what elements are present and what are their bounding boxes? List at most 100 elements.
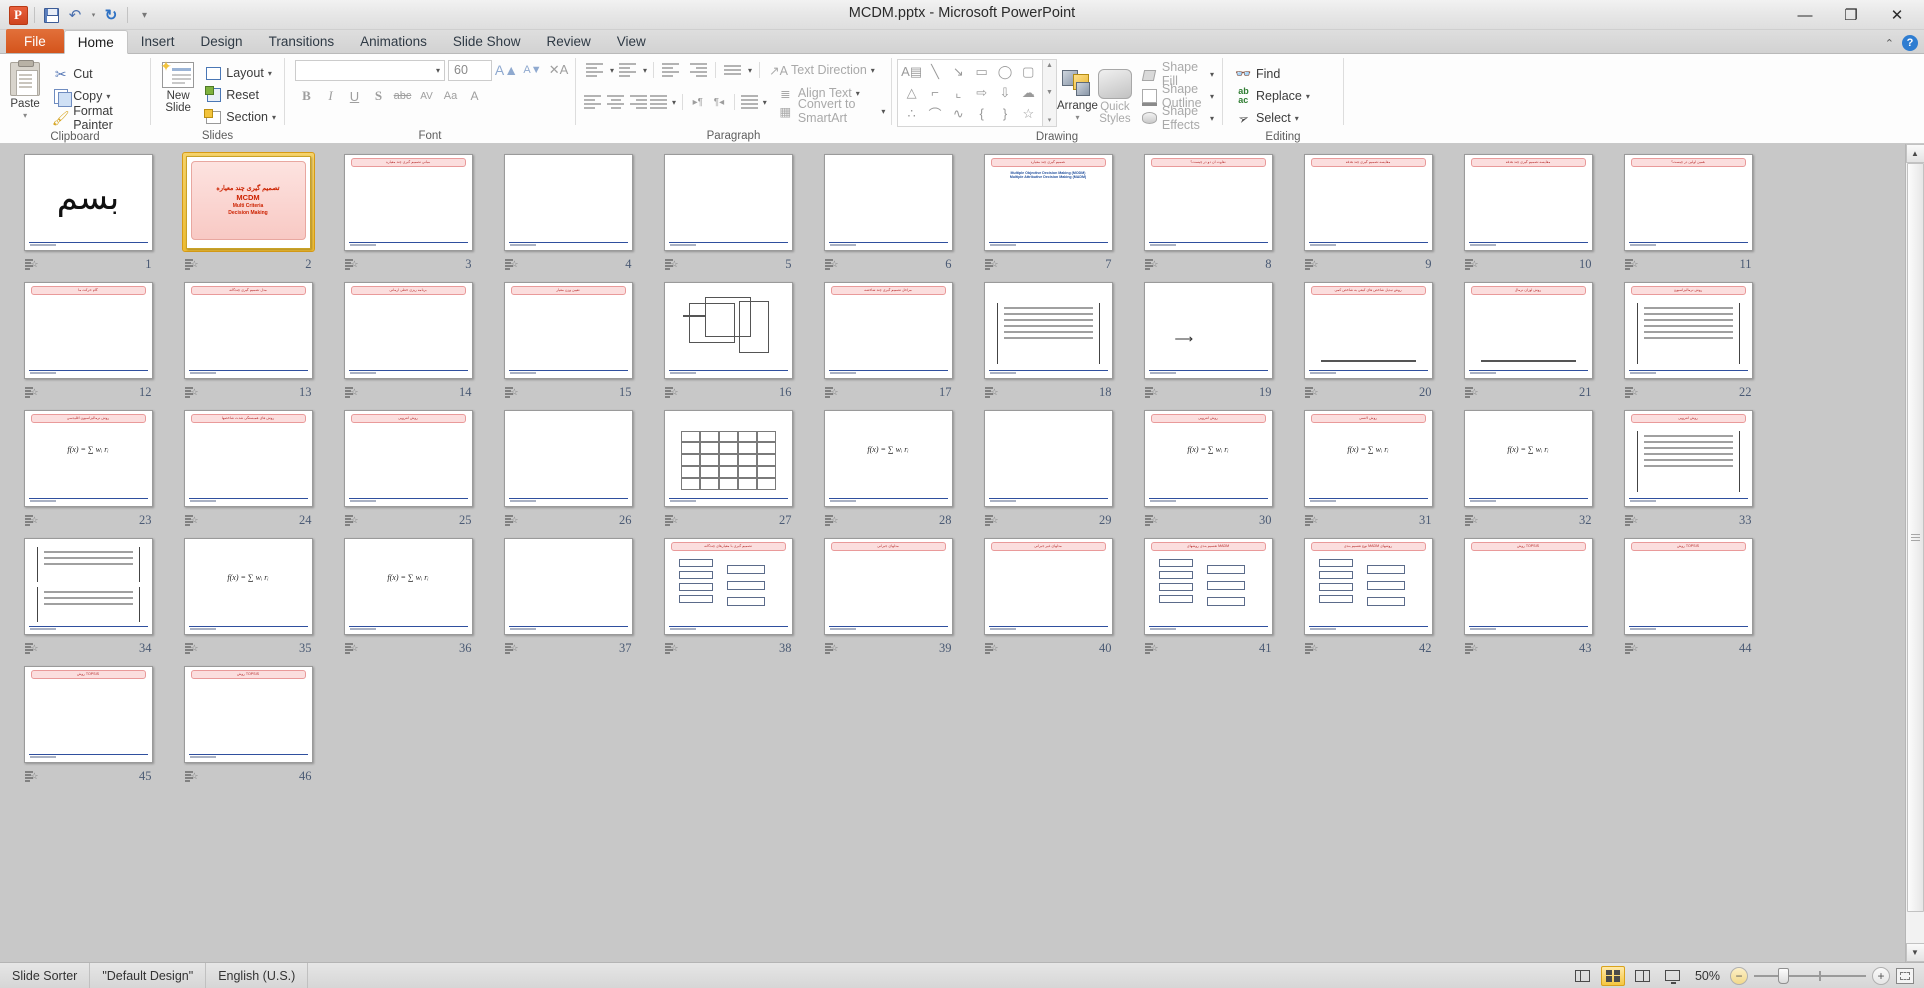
tab-transitions[interactable]: Transitions bbox=[256, 29, 348, 53]
shapes-gallery-scrollbar[interactable]: ▲ ▼ ▾ bbox=[1043, 59, 1057, 127]
shape-item-4[interactable]: ◯ bbox=[993, 62, 1016, 83]
animation-icon[interactable]: ☆ bbox=[824, 642, 839, 654]
slide-thumbnail-frame[interactable]: مدلهای غیر جبرانی bbox=[982, 536, 1115, 636]
slide-thumbnail-frame[interactable]: تصمیم گیری چند معیاره MCDM Multi Criteria D… bbox=[181, 152, 315, 252]
slide-thumbnail-frame[interactable]: روش آنتروپی bbox=[1622, 408, 1755, 508]
slide-thumbnail-frame[interactable] bbox=[662, 280, 795, 380]
slide-thumbnail-cell[interactable]: گام حرکت ما ☆ 12 bbox=[8, 280, 168, 408]
slide-thumbnail-cell[interactable]: ☆ 34 bbox=[8, 536, 168, 664]
view-button-slide-sorter[interactable] bbox=[1600, 965, 1625, 986]
slide-thumbnail-cell[interactable]: مراحل تصمیم گیری چند شاخصه ☆ 17 bbox=[808, 280, 968, 408]
tab-insert[interactable]: Insert bbox=[128, 29, 188, 53]
shapes-grid[interactable]: A▤ ╲ ↘ ▭ ◯ ▢ △ ⌐ ⌞ ⇨ ⇩ ☁ ∴ ⌒ ∿{} ☆ bbox=[897, 59, 1043, 127]
underline-button[interactable]: U bbox=[343, 85, 366, 107]
view-button-reading[interactable] bbox=[1631, 966, 1655, 986]
format-painter-button[interactable]: 🖌 Format Painter bbox=[49, 104, 145, 132]
animation-icon[interactable]: ☆ bbox=[824, 386, 839, 398]
collapse-ribbon-icon[interactable]: ⌃ bbox=[1885, 37, 1894, 50]
tab-slide-show[interactable]: Slide Show bbox=[440, 29, 534, 53]
animation-icon[interactable]: ☆ bbox=[1144, 642, 1159, 654]
slide-thumbnail-frame[interactable] bbox=[662, 408, 795, 508]
tab-home[interactable]: Home bbox=[63, 30, 128, 54]
shape-item-9[interactable]: ⇨ bbox=[970, 83, 993, 104]
slide-thumbnail-frame[interactable]: مقایسه تصمیم گیری چند هدفه bbox=[1302, 152, 1435, 252]
reset-button[interactable]: Reset bbox=[202, 84, 279, 106]
slide-sorter-pane[interactable]: بسم ☆ 1 تصمیم گیری چند معیاره MCDM Multi Crit… bbox=[0, 144, 1905, 962]
animation-icon[interactable]: ☆ bbox=[1304, 258, 1319, 270]
animation-icon[interactable]: ☆ bbox=[1464, 514, 1479, 526]
slide-thumbnail-cell[interactable]: f(x) = ∑ wᵢ rᵢ ☆ 28 bbox=[808, 408, 968, 536]
slide-thumbnail-cell[interactable]: مقایسه تصمیم گیری چند هدفه ☆ 10 bbox=[1448, 152, 1608, 280]
close-button[interactable]: ✕ bbox=[1874, 1, 1920, 29]
animation-icon[interactable]: ☆ bbox=[984, 386, 999, 398]
animation-icon[interactable]: ☆ bbox=[184, 642, 199, 654]
tab-file[interactable]: File bbox=[6, 29, 64, 53]
shape-item-5[interactable]: ▢ bbox=[1017, 62, 1040, 83]
slide-thumbnail-frame[interactable]: روش نرمالیزاسیون اقلیدسی f(x) = ∑ wᵢ rᵢ bbox=[22, 408, 155, 508]
slide-thumbnail[interactable]: روش لانسی f(x) = ∑ wᵢ rᵢ bbox=[1303, 409, 1433, 507]
italic-button[interactable]: I bbox=[319, 85, 342, 107]
animation-icon[interactable]: ☆ bbox=[344, 258, 359, 270]
slide-thumbnail-frame[interactable] bbox=[822, 152, 955, 252]
arrange-button[interactable]: Arrange ▾ bbox=[1057, 62, 1098, 124]
slide-thumbnail-cell[interactable]: برنامه ریزی خطی آرمانی ☆ 14 bbox=[328, 280, 488, 408]
slide-thumbnail-frame[interactable]: روش تبدیل شاخص های کیفی به شاخص کمی bbox=[1302, 280, 1435, 380]
slide-thumbnail[interactable]: مبانی تصمیم گیری چند معیاره bbox=[343, 153, 473, 251]
text-direction-button[interactable]: ↗A Text Direction ▾ bbox=[767, 59, 878, 81]
slide-thumbnail-cell[interactable]: روش اوزان نرمال ☆ 21 bbox=[1448, 280, 1608, 408]
slide-thumbnail-frame[interactable]: f(x) = ∑ wᵢ rᵢ bbox=[822, 408, 955, 508]
slide-thumbnail-frame[interactable]: همین اولین در چیست؟ bbox=[1622, 152, 1755, 252]
slide-thumbnail[interactable]: روش نرمالیزاسیون اقلیدسی f(x) = ∑ wᵢ rᵢ bbox=[23, 409, 153, 507]
animation-icon[interactable]: ☆ bbox=[1624, 514, 1639, 526]
tab-design[interactable]: Design bbox=[188, 29, 256, 53]
slide-thumbnail[interactable]: ⟶ bbox=[1143, 281, 1273, 379]
slide-thumbnail-frame[interactable]: f(x) = ∑ wᵢ rᵢ bbox=[1462, 408, 1595, 508]
slide-thumbnail[interactable]: تعیین وزن معیار bbox=[503, 281, 633, 379]
minimize-button[interactable]: — bbox=[1782, 1, 1828, 29]
line-spacing-button[interactable] bbox=[722, 59, 745, 81]
status-language[interactable]: English (U.S.) bbox=[206, 962, 309, 988]
slide-thumbnail-frame[interactable]: گام حرکت ما bbox=[22, 280, 155, 380]
animation-icon[interactable]: ☆ bbox=[1304, 642, 1319, 654]
slide-thumbnail-cell[interactable]: ☆ 18 bbox=[968, 280, 1128, 408]
slide-thumbnail-frame[interactable]: برنامه ریزی خطی آرمانی bbox=[342, 280, 475, 380]
scrollbar-thumb[interactable] bbox=[1906, 163, 1924, 912]
slide-thumbnail-frame[interactable]: مراحل تصمیم گیری چند شاخصه bbox=[822, 280, 955, 380]
scroll-down-button[interactable]: ▼ bbox=[1905, 943, 1924, 962]
chevron-down-icon[interactable]: ▾ bbox=[610, 66, 614, 75]
restore-button[interactable]: ❐ bbox=[1828, 1, 1874, 29]
slide-thumbnail-frame[interactable]: روش TOPSIS bbox=[1622, 536, 1755, 636]
slide-thumbnail[interactable]: روش آنتروپی bbox=[1623, 409, 1753, 507]
slide-thumbnail[interactable]: تصمیم گیری چند معیاره MCDM Multi Criteria D… bbox=[185, 155, 311, 249]
help-icon[interactable]: ? bbox=[1902, 35, 1918, 51]
slide-thumbnail-cell[interactable]: مدلهای غیر جبرانی ☆ 40 bbox=[968, 536, 1128, 664]
scrollbar-track[interactable] bbox=[1905, 163, 1924, 943]
vertical-scrollbar[interactable]: ▲ ▼ bbox=[1905, 144, 1924, 962]
animation-icon[interactable]: ☆ bbox=[1624, 258, 1639, 270]
slide-thumbnail[interactable] bbox=[503, 537, 633, 635]
shape-item-8[interactable]: ⌞ bbox=[947, 83, 970, 104]
animation-icon[interactable]: ☆ bbox=[504, 258, 519, 270]
align-right-button[interactable] bbox=[628, 91, 647, 113]
chevron-down-icon[interactable]: ▾ bbox=[1295, 114, 1299, 123]
slide-thumbnail-cell[interactable]: f(x) = ∑ wᵢ rᵢ ☆ 32 bbox=[1448, 408, 1608, 536]
slide-thumbnail[interactable]: نوع تقسیم بندی MADM روشهای bbox=[1303, 537, 1433, 635]
slide-thumbnail-frame[interactable]: تقسیم بندی روشهای MADM bbox=[1142, 536, 1275, 636]
shape-item-3[interactable]: ▭ bbox=[970, 62, 993, 83]
slide-thumbnail[interactable]: مراحل تصمیم گیری چند شاخصه bbox=[823, 281, 953, 379]
animation-icon[interactable]: ☆ bbox=[984, 514, 999, 526]
slide-thumbnail[interactable]: تقسیم بندی روشهای MADM bbox=[1143, 537, 1273, 635]
animation-icon[interactable]: ☆ bbox=[1464, 642, 1479, 654]
chevron-down-icon[interactable]: ▾ bbox=[23, 110, 27, 122]
ltr-button[interactable]: ▸¶ bbox=[689, 91, 707, 113]
slide-thumbnail-frame[interactable]: روش انتروپی f(x) = ∑ wᵢ rᵢ bbox=[1142, 408, 1275, 508]
zoom-level-label[interactable]: 50% bbox=[1691, 969, 1724, 983]
animation-icon[interactable]: ☆ bbox=[184, 770, 199, 782]
animation-icon[interactable]: ☆ bbox=[1304, 386, 1319, 398]
shape-item-1[interactable]: ╲ bbox=[923, 62, 946, 83]
slide-thumbnail-cell[interactable]: ☆ 27 bbox=[648, 408, 808, 536]
slide-thumbnail-cell[interactable]: ⟶ ☆ 19 bbox=[1128, 280, 1288, 408]
slide-thumbnail-cell[interactable]: بسم ☆ 1 bbox=[8, 152, 168, 280]
chevron-down-icon[interactable]: ▾ bbox=[268, 69, 272, 78]
zoom-slider[interactable] bbox=[1754, 967, 1866, 985]
